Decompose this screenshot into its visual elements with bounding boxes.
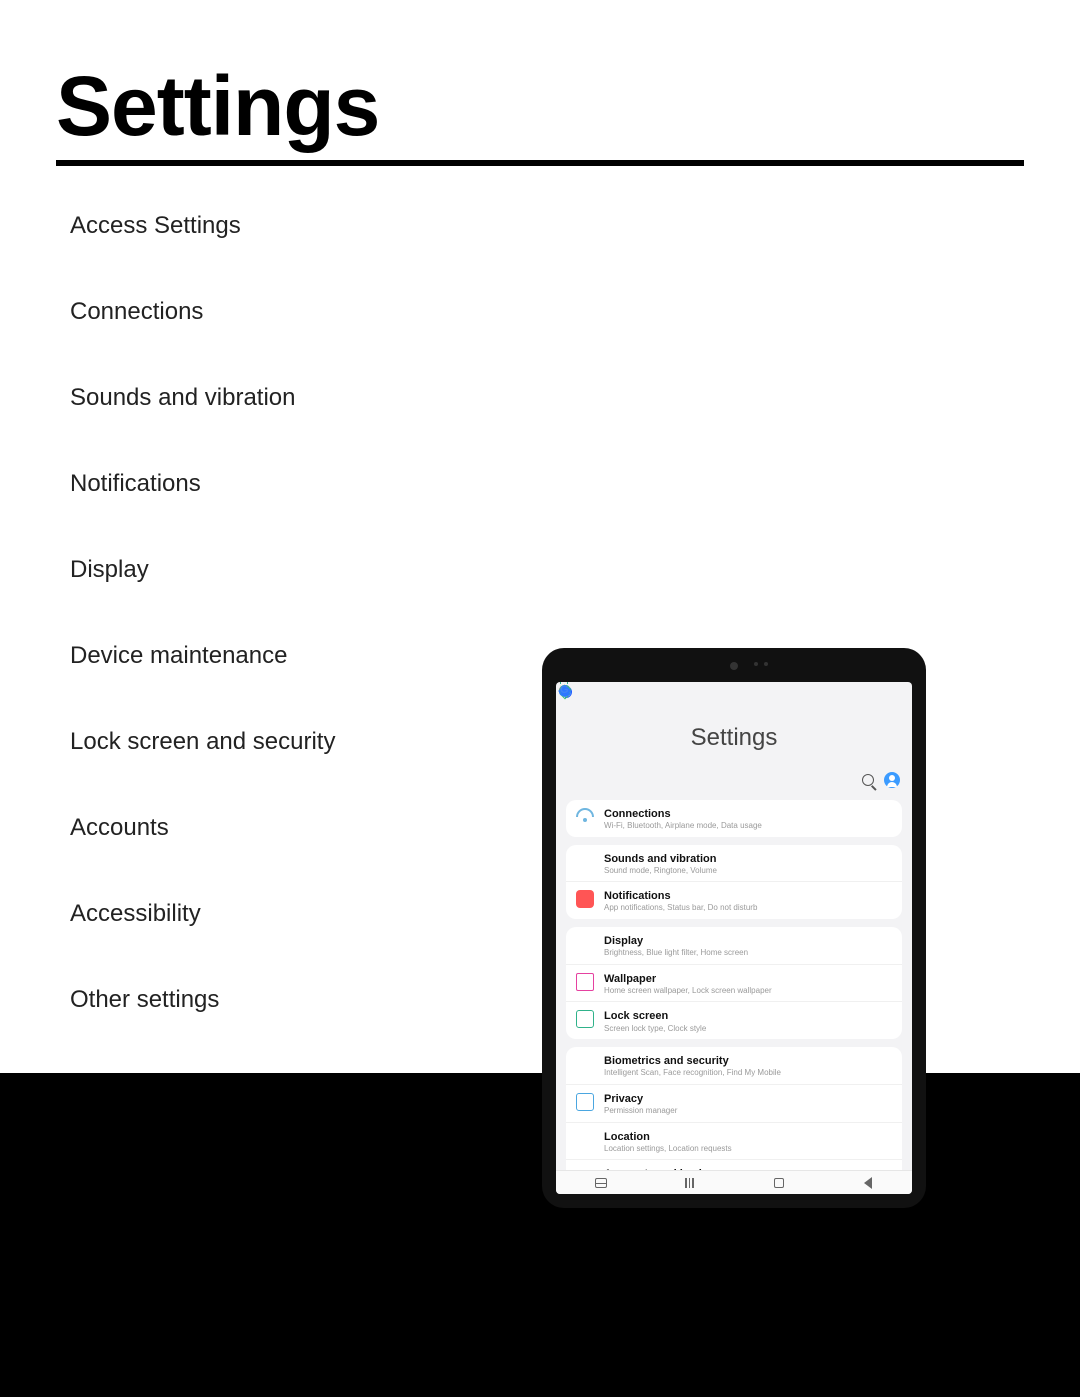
settings-group: Display Brightness, Blue light filter, H…: [566, 927, 902, 1039]
location-icon: [576, 1131, 594, 1149]
front-camera-icon: [730, 662, 738, 670]
settings-row-lockscreen[interactable]: Lock screen Screen lock type, Clock styl…: [566, 1002, 902, 1039]
row-title: Sounds and vibration: [604, 853, 892, 865]
settings-group: Sounds and vibration Sound mode, Rington…: [566, 845, 902, 919]
row-title: Lock screen: [604, 1010, 892, 1022]
row-subtitle: Location settings, Location requests: [604, 1144, 892, 1154]
toc-item-accounts[interactable]: Accounts: [70, 814, 490, 842]
search-icon[interactable]: [862, 774, 874, 786]
toc-list: Access Settings Connections Sounds and v…: [70, 212, 490, 1072]
settings-row-biometrics[interactable]: Biometrics and security Intelligent Scan…: [566, 1047, 902, 1085]
wallpaper-icon: [576, 973, 594, 991]
screen-top-actions: [862, 772, 900, 788]
drawer-button[interactable]: [592, 1177, 610, 1189]
home-button[interactable]: [770, 1177, 788, 1189]
back-button[interactable]: [859, 1177, 877, 1189]
wifi-icon: [576, 808, 594, 826]
row-subtitle: Sound mode, Ringtone, Volume: [604, 866, 892, 876]
toc-item-lock-screen-and-security[interactable]: Lock screen and security: [70, 728, 490, 756]
row-title: Wallpaper: [604, 973, 892, 985]
sound-icon: [576, 853, 594, 871]
row-title: Connections: [604, 808, 892, 820]
settings-row-location[interactable]: Location Location settings, Location req…: [566, 1123, 902, 1161]
settings-group: Connections Wi-Fi, Bluetooth, Airplane m…: [566, 800, 902, 837]
tablet-device: Settings Connections Wi-Fi, Bluetooth, A…: [542, 648, 926, 1208]
privacy-icon: [576, 1093, 594, 1111]
toc-item-display[interactable]: Display: [70, 556, 490, 584]
lock-icon: [576, 1010, 594, 1028]
toc-item-access-settings[interactable]: Access Settings: [70, 212, 490, 240]
settings-row-wallpaper[interactable]: Wallpaper Home screen wallpaper, Lock sc…: [566, 965, 902, 1003]
settings-row-sounds[interactable]: Sounds and vibration Sound mode, Rington…: [566, 845, 902, 883]
row-title: Display: [604, 935, 892, 947]
settings-row-notifications[interactable]: Notifications App notifications, Status …: [566, 882, 902, 919]
sensor-icon: [754, 662, 758, 666]
toc-item-sounds-and-vibration[interactable]: Sounds and vibration: [70, 384, 490, 412]
account-icon[interactable]: [884, 772, 900, 788]
row-subtitle: App notifications, Status bar, Do not di…: [604, 903, 892, 913]
toc-item-accessibility[interactable]: Accessibility: [70, 900, 490, 928]
row-subtitle: Home screen wallpaper, Lock screen wallp…: [604, 986, 892, 996]
settings-row-connections[interactable]: Connections Wi-Fi, Bluetooth, Airplane m…: [566, 800, 902, 837]
row-subtitle: Wi-Fi, Bluetooth, Airplane mode, Data us…: [604, 821, 892, 831]
row-subtitle: Screen lock type, Clock style: [604, 1024, 892, 1034]
row-subtitle: Permission manager: [604, 1106, 892, 1116]
settings-row-display[interactable]: Display Brightness, Blue light filter, H…: [566, 927, 902, 965]
row-title: Biometrics and security: [604, 1055, 892, 1067]
recents-button[interactable]: [681, 1177, 699, 1189]
row-title: Notifications: [604, 890, 892, 902]
screen-header: Settings: [556, 682, 912, 794]
android-navbar: [556, 1170, 912, 1194]
row-subtitle: Intelligent Scan, Face recognition, Find…: [604, 1068, 892, 1078]
screen-title: Settings: [691, 724, 778, 752]
sensor-icon: [764, 662, 768, 666]
toc-item-other-settings[interactable]: Other settings: [70, 986, 490, 1014]
display-icon: [576, 935, 594, 953]
tablet-screen: Settings Connections Wi-Fi, Bluetooth, A…: [556, 682, 912, 1194]
row-title: Location: [604, 1131, 892, 1143]
settings-row-privacy[interactable]: Privacy Permission manager: [566, 1085, 902, 1123]
row-title: Privacy: [604, 1093, 892, 1105]
toc-item-connections[interactable]: Connections: [70, 298, 490, 326]
biometrics-icon: [576, 1055, 594, 1073]
title-divider: [56, 160, 1024, 166]
toc-item-notifications[interactable]: Notifications: [70, 470, 490, 498]
row-subtitle: Brightness, Blue light filter, Home scre…: [604, 948, 892, 958]
page-title: Settings: [56, 58, 379, 155]
notifications-icon: [576, 890, 594, 908]
toc-item-device-maintenance[interactable]: Device maintenance: [70, 642, 490, 670]
